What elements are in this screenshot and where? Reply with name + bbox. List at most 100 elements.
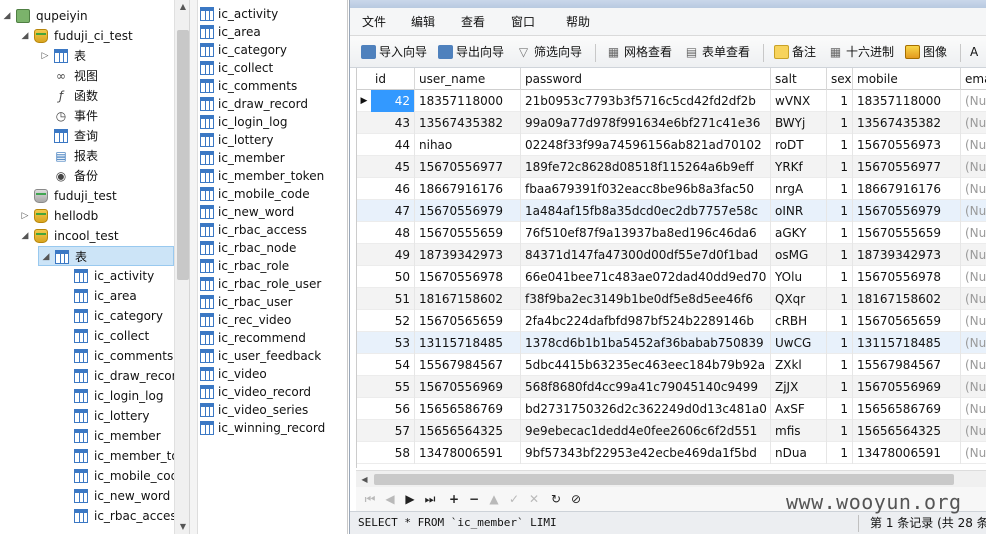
column-header[interactable]: ema bbox=[961, 68, 986, 90]
tree-tables-node[interactable]: ▷ 表 bbox=[40, 46, 172, 66]
table-cell[interactable]: 1378cd6b1b1ba5452af36babab750839 bbox=[521, 332, 771, 354]
table-cell[interactable]: 44 bbox=[371, 134, 415, 156]
table-cell[interactable]: 45 bbox=[371, 156, 415, 178]
tree-db-fuduji-ci-test[interactable]: ◢ fuduji_ci_test bbox=[20, 26, 172, 46]
table-cell[interactable]: 13478006591 bbox=[415, 442, 521, 464]
table-cell[interactable]: 1 bbox=[827, 156, 853, 178]
table-row[interactable]: 45 15670556977 189fe72c8628d08518f115264a6… bbox=[357, 156, 986, 178]
table-cell-null[interactable]: (Nul bbox=[961, 134, 986, 156]
table-cell[interactable]: 15670565659 bbox=[415, 310, 521, 332]
collapse-arrow-icon[interactable]: ◢ bbox=[2, 6, 12, 26]
window-titlebar[interactable] bbox=[350, 0, 986, 8]
collapse-arrow-icon[interactable]: ◢ bbox=[41, 247, 51, 267]
table-cell[interactable]: fbaa679391f032eacc8be96b8a3fac50 bbox=[521, 178, 771, 200]
panel-splitter[interactable] bbox=[190, 0, 198, 534]
table-cell[interactable]: 1 bbox=[827, 200, 853, 222]
table-cell[interactable]: 15670556969 bbox=[853, 376, 961, 398]
table-cell[interactable]: osMG bbox=[771, 244, 827, 266]
table-cell[interactable]: 15656586769 bbox=[415, 398, 521, 420]
table-cell[interactable]: QXqr bbox=[771, 288, 827, 310]
table-cell[interactable]: cRBH bbox=[771, 310, 827, 332]
tree-connection[interactable]: ◢ qupeiyin bbox=[2, 6, 172, 26]
table-cell[interactable]: 13567435382 bbox=[415, 112, 521, 134]
table-cell[interactable]: nrgA bbox=[771, 178, 827, 200]
table-cell[interactable]: AxSF bbox=[771, 398, 827, 420]
table-cell[interactable]: 42 bbox=[371, 90, 415, 112]
table-cell[interactable]: 1 bbox=[827, 420, 853, 442]
table-row[interactable]: 55 15670556969 568f8680fd4cc99a41c79045140… bbox=[357, 376, 986, 398]
tree-queries-node[interactable]: 查询 bbox=[40, 126, 172, 146]
last-record-icon[interactable]: ⏭ bbox=[420, 489, 440, 509]
previous-record-icon[interactable]: ◀ bbox=[380, 489, 400, 509]
menu-window[interactable]: 窗口 bbox=[511, 8, 535, 36]
table-cell[interactable]: 1 bbox=[827, 112, 853, 134]
table-row[interactable]: 44 nihao 02248f33f99a74596156ab821ad70102 r… bbox=[357, 134, 986, 156]
tree-table-item[interactable]: ic_comments bbox=[72, 346, 174, 366]
table-cell-null[interactable]: (Nul bbox=[961, 354, 986, 376]
table-cell[interactable]: 18667916176 bbox=[853, 178, 961, 200]
apply-changes-icon[interactable]: ▲ bbox=[484, 489, 504, 509]
tree-db-incool-test[interactable]: ◢ incool_test bbox=[20, 226, 172, 246]
table-cell[interactable]: f38f9ba2ec3149b1be0df5e8d5ee46f6 bbox=[521, 288, 771, 310]
tree-events-node[interactable]: ◷ 事件 bbox=[40, 106, 172, 126]
menu-view[interactable]: 查看 bbox=[461, 8, 485, 36]
first-record-icon[interactable]: ⏮ bbox=[360, 489, 380, 509]
table-cell[interactable]: BWYj bbox=[771, 112, 827, 134]
table-cell[interactable]: 47 bbox=[371, 200, 415, 222]
table-cell[interactable]: 13478006591 bbox=[853, 442, 961, 464]
table-cell[interactable]: wVNX bbox=[771, 90, 827, 112]
tree-table-item[interactable]: ic_area bbox=[72, 286, 174, 306]
table-cell[interactable]: 18167158602 bbox=[415, 288, 521, 310]
table-cell[interactable]: ZjJX bbox=[771, 376, 827, 398]
table-cell[interactable]: 18667916176 bbox=[415, 178, 521, 200]
table-cell[interactable]: roDT bbox=[771, 134, 827, 156]
collapse-arrow-icon[interactable]: ◢ bbox=[20, 226, 30, 246]
table-cell[interactable]: mfis bbox=[771, 420, 827, 442]
column-header[interactable]: user_name bbox=[415, 68, 521, 90]
table-cell[interactable]: nihao bbox=[415, 134, 521, 156]
table-row[interactable]: 46 18667916176 fbaa679391f032eacc8be96b8a3… bbox=[357, 178, 986, 200]
tree-table-item[interactable]: ic_activity bbox=[72, 266, 174, 286]
table-row[interactable]: 52 15670565659 2fa4bc224dafbfd987bf524b228… bbox=[357, 310, 986, 332]
table-cell[interactable]: 15656564325 bbox=[415, 420, 521, 442]
table-cell[interactable]: UwCG bbox=[771, 332, 827, 354]
table-cell[interactable]: 15670556979 bbox=[853, 200, 961, 222]
table-cell[interactable]: 18357118000 bbox=[415, 90, 521, 112]
table-cell[interactable]: 48 bbox=[371, 222, 415, 244]
collapse-arrow-icon[interactable]: ◢ bbox=[20, 26, 30, 46]
expand-arrow-icon[interactable]: ▷ bbox=[20, 206, 30, 226]
table-cell[interactable]: 84371d147fa47300d00df55e7d0f1bad bbox=[521, 244, 771, 266]
table-cell[interactable]: 1a484af15fb8a35dcd0ec2db7757e58c bbox=[521, 200, 771, 222]
table-cell[interactable]: 1 bbox=[827, 442, 853, 464]
tree-views-node[interactable]: ∞ 视图 bbox=[40, 66, 172, 86]
table-cell[interactable]: 15670555659 bbox=[853, 222, 961, 244]
table-cell-null[interactable]: (Nul bbox=[961, 112, 986, 134]
table-cell[interactable]: 76f510ef87f9a13937ba8ed196c46da6 bbox=[521, 222, 771, 244]
table-cell-null[interactable]: (Nul bbox=[961, 332, 986, 354]
tree-scrollbar[interactable]: ▲ ▼ bbox=[174, 0, 189, 534]
tree-table-item[interactable]: ic_new_word bbox=[72, 486, 174, 506]
table-cell[interactable]: 57 bbox=[371, 420, 415, 442]
tree-table-item[interactable]: ic_lottery bbox=[72, 406, 174, 426]
refresh-icon[interactable]: ↻ bbox=[546, 489, 566, 509]
table-cell[interactable]: 49 bbox=[371, 244, 415, 266]
table-row[interactable]: 56 15656586769 bd2731750326d2c362249d0d13c… bbox=[357, 398, 986, 420]
table-cell-null[interactable]: (Nul bbox=[961, 222, 986, 244]
expand-arrow-icon[interactable]: ▷ bbox=[40, 46, 50, 66]
table-cell[interactable]: oINR bbox=[771, 200, 827, 222]
menu-edit[interactable]: 编辑 bbox=[411, 8, 435, 36]
column-header[interactable]: password bbox=[521, 68, 771, 90]
table-cell[interactable]: 15670556979 bbox=[415, 200, 521, 222]
table-cell-null[interactable]: (Nul bbox=[961, 156, 986, 178]
table-cell-null[interactable]: (Nul bbox=[961, 266, 986, 288]
table-cell[interactable]: 46 bbox=[371, 178, 415, 200]
table-cell[interactable]: 15656564325 bbox=[853, 420, 961, 442]
table-cell[interactable]: 1 bbox=[827, 310, 853, 332]
table-row[interactable]: 58 13478006591 9bf57343bf22953e42ecbe469da… bbox=[357, 442, 986, 464]
table-cell[interactable]: 53 bbox=[371, 332, 415, 354]
table-cell[interactable]: 58 bbox=[371, 442, 415, 464]
table-cell[interactable]: 15670555659 bbox=[415, 222, 521, 244]
table-cell-null[interactable]: (Nul bbox=[961, 310, 986, 332]
table-cell[interactable]: 568f8680fd4cc99a41c79045140c9499 bbox=[521, 376, 771, 398]
table-row[interactable]: 57 15656564325 9e9ebecac1dedd4e0fee2606c6f… bbox=[357, 420, 986, 442]
